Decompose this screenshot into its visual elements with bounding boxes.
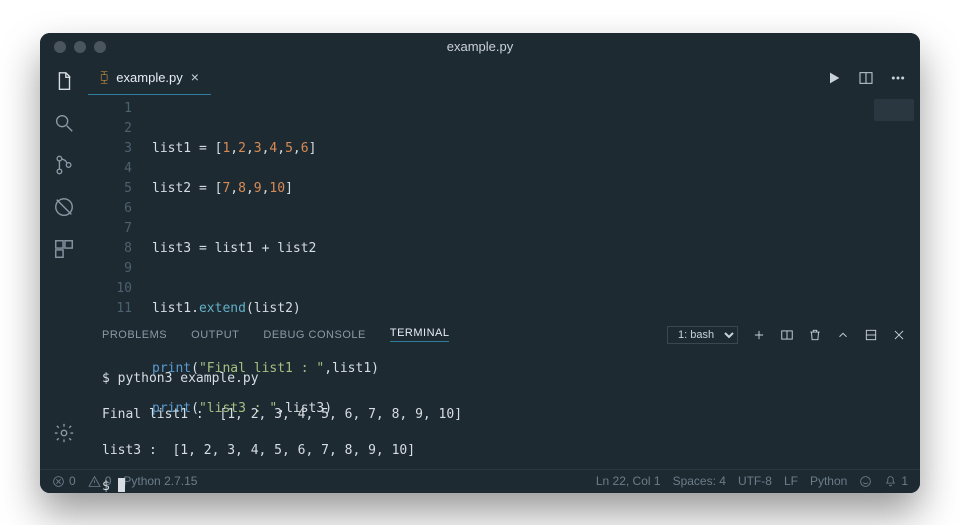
settings-gear-icon[interactable]: [52, 421, 76, 445]
source-control-icon[interactable]: [52, 153, 76, 177]
minimap-viewport[interactable]: [874, 99, 914, 121]
editor-actions: [826, 61, 920, 95]
editor-tabs: ⧮ example.py ×: [88, 61, 920, 95]
line-number: 4: [88, 159, 132, 179]
line-number: 8: [88, 239, 132, 259]
line-number: 3: [88, 139, 132, 159]
code-content[interactable]: list1 = [1,2,3,4,5,6] list2 = [7,8,9,10]…: [144, 95, 860, 319]
line-number: 10: [88, 279, 132, 299]
debug-icon[interactable]: [52, 195, 76, 219]
workbench: ⧮ example.py ×: [40, 61, 920, 469]
line-number: 1: [88, 99, 132, 119]
titlebar: example.py: [40, 33, 920, 61]
explorer-icon[interactable]: [52, 69, 76, 93]
run-icon[interactable]: [826, 70, 842, 86]
status-errors[interactable]: 0: [52, 474, 76, 488]
terminal-output[interactable]: $ python3 example.py Final list1 : [1, 2…: [88, 348, 920, 493]
terminal-line: $: [102, 478, 906, 493]
line-number: 2: [88, 119, 132, 139]
terminal-line: Final list1 : [1, 2, 3, 4, 5, 6, 7, 8, 9…: [102, 406, 906, 424]
activity-bar: [40, 61, 88, 469]
line-number: 9: [88, 259, 132, 279]
terminal-line: list3 : [1, 2, 3, 4, 5, 6, 7, 8, 9, 10]: [102, 442, 906, 460]
line-number-gutter: 1 2 3 4 5 6 7 8 9 10 11: [88, 95, 144, 319]
search-icon[interactable]: [52, 111, 76, 135]
line-number: 11: [88, 299, 132, 319]
minimap[interactable]: [860, 95, 920, 319]
tab-filename: example.py: [116, 70, 182, 85]
terminal-line: $ python3 example.py: [102, 370, 906, 388]
close-tab-icon[interactable]: ×: [191, 69, 199, 85]
close-panel-icon[interactable]: [892, 328, 906, 342]
more-actions-icon[interactable]: [890, 70, 906, 86]
editor-group: ⧮ example.py ×: [88, 61, 920, 469]
python-file-icon: ⧮: [100, 69, 108, 85]
vscode-window: example.py: [40, 33, 920, 493]
maximize-panel-icon[interactable]: [864, 328, 878, 342]
split-editor-icon[interactable]: [858, 70, 874, 86]
line-number: 5: [88, 179, 132, 199]
editor-tab-example[interactable]: ⧮ example.py ×: [88, 61, 211, 95]
editor[interactable]: 1 2 3 4 5 6 7 8 9 10 11 list1 = [1,2,3,4…: [88, 95, 920, 319]
line-number: 7: [88, 219, 132, 239]
window-title: example.py: [40, 39, 920, 54]
extensions-icon[interactable]: [52, 237, 76, 261]
terminal-cursor: [118, 478, 125, 492]
line-number: 6: [88, 199, 132, 219]
